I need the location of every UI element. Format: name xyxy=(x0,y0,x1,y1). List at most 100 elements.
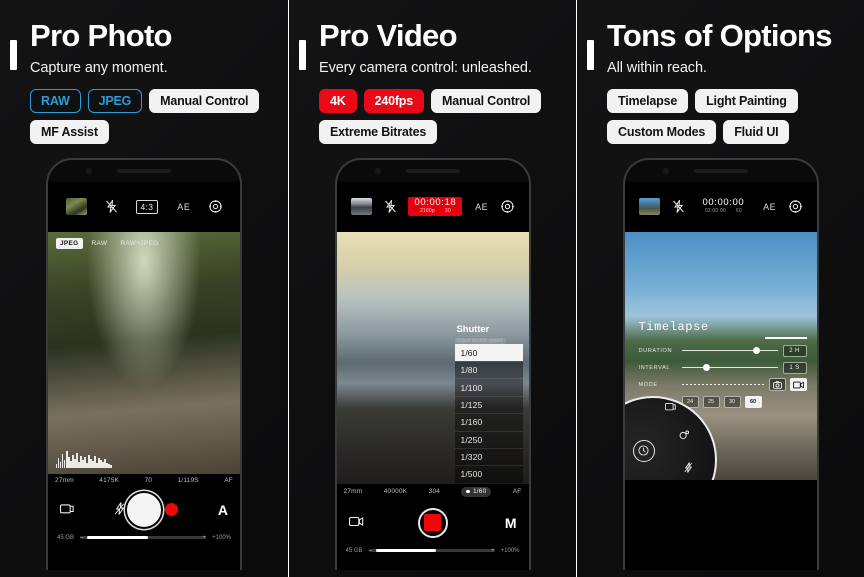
shutter-option[interactable]: 1/160 xyxy=(454,413,523,431)
pill-manual-control[interactable]: Manual Control xyxy=(431,88,542,113)
accent-bar xyxy=(10,40,17,70)
info-iso[interactable]: 304 xyxy=(429,488,440,495)
shutter-option[interactable]: 1/100 xyxy=(454,378,523,396)
mode-button-group xyxy=(768,378,807,392)
slider-knob[interactable] xyxy=(752,347,760,355)
shutter-button[interactable] xyxy=(127,492,161,527)
page-subtitle: Capture any moment. xyxy=(30,59,168,76)
fps-option-60[interactable]: 60 xyxy=(744,395,762,408)
recording-resolution: 2160p xyxy=(419,207,435,214)
flash-off-icon[interactable] xyxy=(105,200,117,213)
zoom-in-icon[interactable]: + xyxy=(491,548,495,554)
info-focal-length[interactable]: 27mm xyxy=(344,488,363,495)
photo-timelapse-icon[interactable] xyxy=(768,378,786,392)
pill-extreme-bitrates[interactable]: Extreme Bitrates xyxy=(319,119,438,144)
accent-bar xyxy=(299,40,306,70)
gear-icon[interactable] xyxy=(501,200,514,213)
exposure-mode-button[interactable]: AE xyxy=(475,202,488,212)
shutter-option[interactable]: 1/125 xyxy=(454,395,523,414)
duration-slider[interactable] xyxy=(681,346,778,356)
gear-icon[interactable] xyxy=(209,200,223,213)
interval-value[interactable]: 1 S xyxy=(782,361,807,374)
pill-jpeg[interactable]: JPEG xyxy=(87,88,143,113)
format-option-raw[interactable]: RAW xyxy=(88,238,112,249)
zoom-in-icon[interactable]: + xyxy=(203,535,207,541)
video-camera-icon[interactable] xyxy=(348,516,364,530)
pill-custom-modes[interactable]: Custom Modes xyxy=(607,119,717,144)
shutter-option[interactable]: 1/500 xyxy=(454,465,523,483)
fps-option-30[interactable]: 30 xyxy=(723,395,741,408)
stop-record-button[interactable] xyxy=(417,507,448,538)
pill-fluid-ui[interactable]: Fluid UI xyxy=(723,119,790,144)
gear-icon[interactable] xyxy=(789,200,802,213)
info-shutter-speed[interactable]: 1/119S xyxy=(178,477,199,484)
zoom-out-icon[interactable]: – xyxy=(369,548,372,554)
video-timelapse-icon[interactable] xyxy=(789,378,807,392)
format-option-jpeg[interactable]: JPEG xyxy=(56,237,83,249)
duration-label: DURATION xyxy=(638,347,673,354)
last-photo-thumbnail[interactable] xyxy=(65,198,87,216)
phone-screen: 00:00:18 2160p 30 AE Shutter Adjust shut… xyxy=(336,181,529,570)
pill-raw[interactable]: RAW xyxy=(30,88,81,113)
flash-bolt-icon[interactable] xyxy=(114,501,126,518)
info-focus-mode[interactable]: AF xyxy=(224,477,233,484)
phone-mockup-2: 00:00:18 2160p 30 AE Shutter Adjust shut… xyxy=(289,157,576,570)
zoom-fill xyxy=(375,549,437,553)
flash-bolt-icon[interactable] xyxy=(683,461,693,475)
shutter-menu-title: Shutter xyxy=(456,323,490,335)
viewfinder-preview[interactable]: Timelapse DURATION 2 H INTERVAL 1 S MODE… xyxy=(624,231,817,480)
shutter-option[interactable]: 1/60 xyxy=(454,343,523,362)
exposure-mode-button[interactable]: AE xyxy=(177,202,190,212)
timelapse-dial-icon[interactable] xyxy=(632,439,655,462)
interval-slider[interactable] xyxy=(681,363,778,373)
info-white-balance[interactable]: 4175K xyxy=(99,477,119,484)
panel-3-header: Tons of Options All within reach. Timela… xyxy=(577,18,864,144)
camera-controls-row: A xyxy=(48,486,240,533)
zoom-level-label: +100% xyxy=(500,547,520,554)
aspect-ratio-button[interactable]: 4:3 xyxy=(135,199,159,214)
flash-off-icon[interactable] xyxy=(672,200,684,213)
shutter-menu-subtitle: Adjust shutter speed xyxy=(454,337,507,344)
info-white-balance[interactable]: 40000K xyxy=(384,488,408,495)
pill-mf-assist[interactable]: MF Assist xyxy=(30,119,109,144)
zoom-slider[interactable]: – + xyxy=(368,548,495,554)
promo-stage: Pro Photo Capture any moment. RAW JPEG M… xyxy=(0,0,864,577)
info-focus-mode[interactable]: AF xyxy=(513,488,522,495)
last-photo-thumbnail[interactable] xyxy=(350,198,372,216)
panel-pro-video: Pro Video Every camera control: unleashe… xyxy=(288,0,576,577)
shutter-option[interactable]: 1/250 xyxy=(454,430,523,448)
last-photo-thumbnail[interactable] xyxy=(638,198,660,216)
duration-value[interactable]: 2 H xyxy=(782,344,807,357)
pill-timelapse[interactable]: Timelapse xyxy=(607,88,689,113)
pill-manual-control[interactable]: Manual Control xyxy=(149,88,260,113)
panel-2-header: Pro Video Every camera control: unleashe… xyxy=(289,18,576,144)
shooting-mode-label[interactable]: M xyxy=(505,515,517,531)
shutter-option[interactable]: 1/80 xyxy=(454,361,523,379)
info-focal-length[interactable]: 27mm xyxy=(55,477,74,484)
viewfinder-preview[interactable]: JPEG RAW RAW+JPEG xyxy=(48,231,240,474)
pill-light-painting[interactable]: Light Painting xyxy=(695,88,798,113)
interval-label: INTERVAL xyxy=(638,364,671,371)
radial-mode-dial[interactable] xyxy=(624,395,717,480)
pill-4k[interactable]: 4K xyxy=(319,88,357,113)
accent-bar xyxy=(587,40,594,70)
record-dot-button[interactable] xyxy=(165,503,179,517)
viewfinder-preview[interactable]: Shutter Adjust shutter speed 1/60 1/80 1… xyxy=(336,231,529,484)
slider-knob[interactable] xyxy=(702,364,710,372)
earpiece-speaker xyxy=(405,168,460,173)
shooting-mode-label[interactable]: A xyxy=(218,502,228,518)
gallery-icon[interactable] xyxy=(664,402,676,413)
timelapse-icon[interactable] xyxy=(679,430,690,442)
feature-pill-list: RAW JPEG Manual Control MF Assist xyxy=(12,88,278,144)
shutter-speed-menu: Shutter Adjust shutter speed 1/60 1/80 1… xyxy=(454,323,523,483)
pill-240fps[interactable]: 240fps xyxy=(363,88,424,113)
format-option-raw-jpeg[interactable]: RAW+JPEG xyxy=(116,238,162,249)
shutter-option[interactable]: 1/320 xyxy=(454,447,523,466)
info-shutter-speed[interactable]: 1/60 xyxy=(461,486,492,497)
gallery-icon[interactable] xyxy=(60,502,74,517)
flash-off-icon[interactable] xyxy=(384,200,396,213)
info-iso[interactable]: 70 xyxy=(144,477,152,484)
zoom-out-icon[interactable]: – xyxy=(80,535,83,541)
zoom-slider[interactable]: – + xyxy=(80,535,207,541)
exposure-mode-button[interactable]: AE xyxy=(763,202,776,212)
